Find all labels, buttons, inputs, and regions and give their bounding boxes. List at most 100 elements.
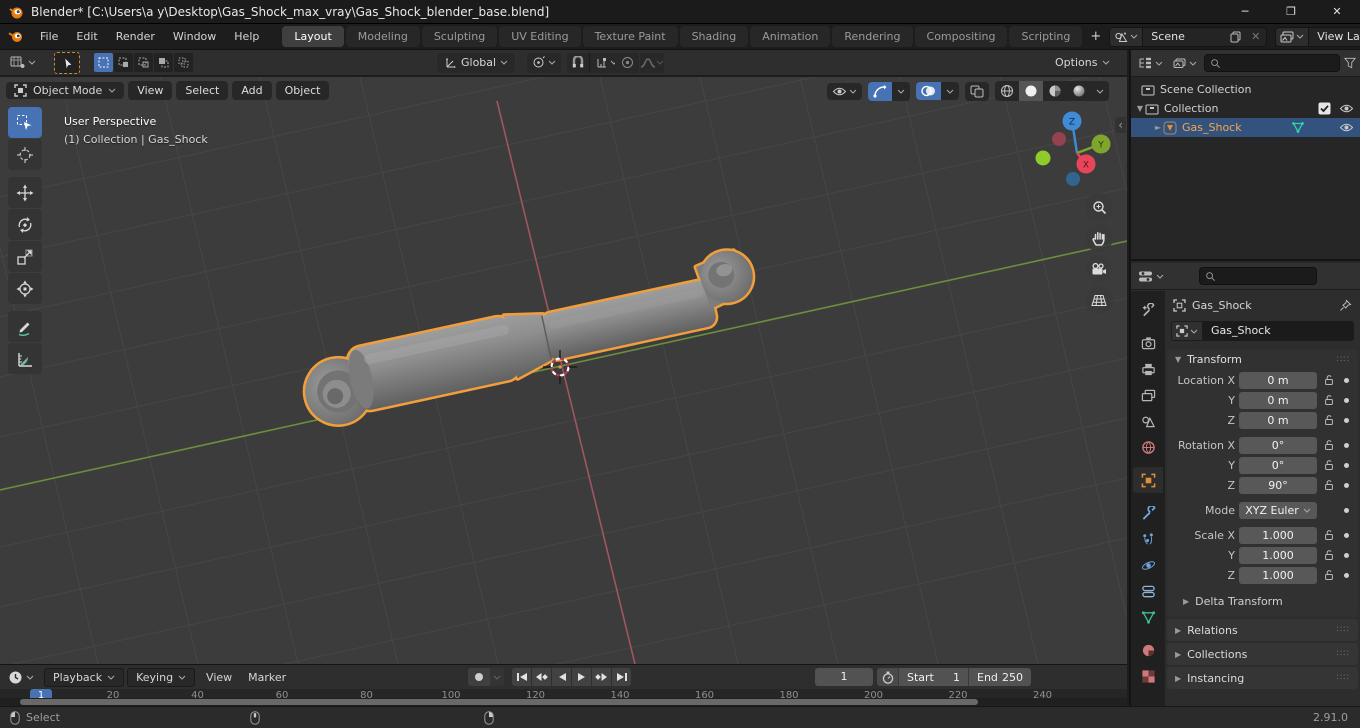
workspace-tab-texture-paint[interactable]: Texture Paint — [582, 26, 678, 47]
exclude-checkbox[interactable] — [1318, 102, 1331, 115]
delta-transform-subpanel[interactable]: ▶ Delta Transform — [1167, 591, 1358, 611]
select-intersect-button[interactable] — [174, 53, 193, 72]
outliner-row-scene-collection[interactable]: Scene Collection — [1131, 80, 1360, 99]
tab-material[interactable] — [1133, 637, 1163, 663]
timeline-scrollbar[interactable] — [0, 698, 1127, 706]
select-set-button[interactable] — [94, 53, 113, 72]
tab-particles[interactable] — [1133, 526, 1163, 552]
tool-move[interactable] — [8, 177, 42, 208]
current-frame-field[interactable]: 1 — [815, 668, 873, 686]
lock-icon[interactable] — [1322, 569, 1336, 581]
outliner-editor-type-button[interactable] — [1135, 55, 1166, 71]
lock-icon[interactable] — [1322, 374, 1336, 386]
workspace-tab-scripting[interactable]: Scripting — [1009, 26, 1083, 47]
transform-value-field[interactable]: 0° — [1239, 436, 1317, 454]
workspace-tab-sculpting[interactable]: Sculpting — [421, 26, 498, 47]
shading-wireframe-button[interactable] — [995, 81, 1019, 101]
hide-eye-icon[interactable] — [1339, 103, 1354, 114]
animate-property-dot[interactable] — [1344, 507, 1349, 513]
workspace-tab-animation[interactable]: Animation — [750, 26, 831, 47]
tool-cursor[interactable] — [8, 139, 42, 170]
select-invert-button[interactable] — [154, 53, 173, 72]
scene-selector[interactable]: Scene ✕ — [1109, 26, 1268, 47]
timeline-menu-marker[interactable]: Marker — [240, 668, 294, 687]
tab-constraints[interactable] — [1133, 578, 1163, 604]
tab-modifiers[interactable] — [1133, 500, 1163, 526]
menu-edit[interactable]: Edit — [67, 26, 106, 47]
gizmos-dropdown[interactable] — [892, 86, 910, 97]
shading-solid-button[interactable] — [1019, 81, 1043, 101]
select-extend-button[interactable] — [114, 53, 133, 72]
transform-value-field[interactable]: 90° — [1239, 476, 1317, 494]
lock-icon[interactable] — [1322, 414, 1336, 426]
object-id-button[interactable] — [1171, 321, 1203, 341]
drag-dots-icon[interactable]: ∷∷ — [1337, 625, 1350, 635]
animate-property-dot[interactable] — [1344, 572, 1349, 578]
gizmos-toggle[interactable] — [868, 81, 892, 101]
workspace-tab-layout[interactable]: Layout — [282, 26, 344, 47]
animate-property-dot[interactable] — [1344, 482, 1349, 488]
outliner-row-collection[interactable]: ▼ Collection — [1131, 99, 1360, 118]
close-button[interactable]: ✕ — [1314, 0, 1360, 24]
animate-property-dot[interactable] — [1344, 462, 1349, 468]
select-subtract-button[interactable] — [134, 53, 153, 72]
tab-tool[interactable] — [1133, 297, 1163, 323]
lock-icon[interactable] — [1322, 439, 1336, 451]
add-workspace-button[interactable]: + — [1082, 27, 1109, 46]
auto-keying-record-button[interactable] — [468, 668, 490, 686]
timeline-scrollbar-thumb[interactable] — [20, 699, 978, 705]
hide-eye-icon[interactable] — [1339, 122, 1354, 133]
drag-dots-icon[interactable]: ∷∷ — [1337, 649, 1350, 659]
menu-window[interactable]: Window — [164, 26, 225, 47]
tab-object-data[interactable] — [1133, 604, 1163, 630]
minimize-button[interactable]: ─ — [1222, 0, 1268, 24]
start-frame-field[interactable]: Start 1 — [899, 668, 969, 686]
viewport-menu-add[interactable]: Add — [232, 81, 272, 100]
view-layer-selector[interactable]: View Layer ✕ — [1275, 26, 1360, 47]
overlays-toggle[interactable] — [916, 82, 941, 100]
tool-annotate[interactable] — [8, 311, 42, 342]
outliner-display-mode-button[interactable] — [1170, 56, 1200, 71]
workspace-tab-rendering[interactable]: Rendering — [832, 26, 913, 47]
pan-button[interactable] — [1085, 224, 1113, 252]
lock-icon[interactable] — [1322, 549, 1336, 561]
pin-icon[interactable] — [1339, 299, 1352, 312]
tool-scale[interactable] — [8, 241, 42, 272]
lock-icon[interactable] — [1322, 394, 1336, 406]
panel-instancing[interactable]: ▶ Instancing ∷∷ — [1167, 667, 1358, 689]
visibility-dropdown[interactable] — [827, 83, 862, 100]
camera-view-button[interactable] — [1085, 255, 1113, 283]
transform-orientation-dropdown[interactable]: Global — [437, 52, 516, 73]
viewport-menu-view[interactable]: View — [128, 81, 173, 100]
navigation-gizmo[interactable]: Z Y X — [1035, 111, 1111, 187]
filter-icon[interactable] — [1344, 57, 1356, 69]
jump-to-end-button[interactable] — [612, 668, 631, 686]
stopwatch-icon[interactable] — [877, 668, 899, 686]
proportional-edit-icon[interactable] — [615, 52, 639, 73]
tool-transform[interactable] — [8, 273, 42, 304]
tab-object[interactable] — [1133, 467, 1163, 493]
play-reverse-button[interactable] — [552, 668, 571, 686]
collapse-arrow-icon[interactable]: ► — [1153, 123, 1163, 132]
options-dropdown[interactable]: Options — [1046, 53, 1119, 73]
snap-magnet-icon[interactable] — [567, 52, 589, 73]
panel-relations[interactable]: ▶ Relations ∷∷ — [1167, 619, 1358, 641]
viewport-menu-object[interactable]: Object — [275, 81, 330, 100]
timeline-menu-view[interactable]: View — [198, 668, 240, 687]
sidebar-collapse-arrow[interactable]: ‹ — [1115, 117, 1126, 133]
tab-output[interactable] — [1133, 356, 1163, 382]
properties-editor-type-button[interactable] — [1135, 268, 1167, 285]
falloff-curve-icon[interactable] — [640, 52, 664, 73]
tab-physics[interactable] — [1133, 552, 1163, 578]
lock-icon[interactable] — [1322, 459, 1336, 471]
menu-render[interactable]: Render — [107, 26, 164, 47]
mode-dropdown[interactable]: Object Mode — [6, 82, 125, 99]
next-keyframe-button[interactable] — [592, 668, 611, 686]
transform-value-field[interactable]: 0 m — [1239, 391, 1317, 409]
menu-file[interactable]: File — [31, 26, 67, 47]
transform-value-field[interactable]: 1.000 — [1239, 546, 1317, 564]
maximize-button[interactable]: ❐ — [1268, 0, 1314, 24]
tab-texture[interactable] — [1133, 663, 1163, 689]
lock-icon[interactable] — [1322, 529, 1336, 541]
transform-panel-header[interactable]: ▼ Transform ∷∷ — [1167, 349, 1358, 370]
